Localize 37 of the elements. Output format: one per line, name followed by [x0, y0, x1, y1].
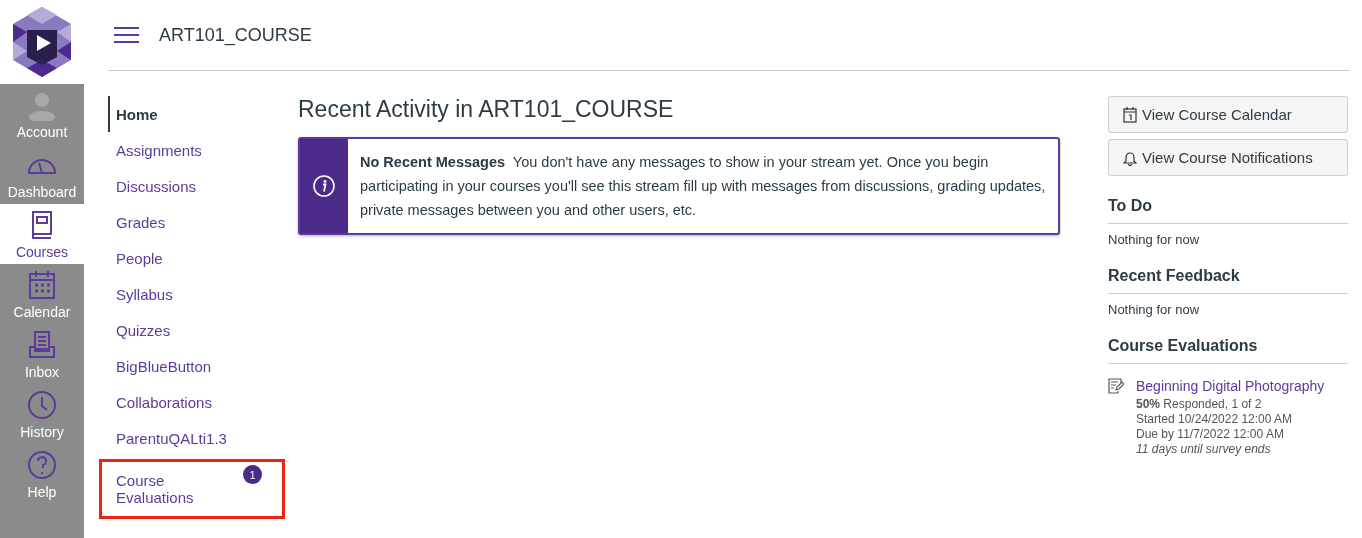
due-date: Due by 11/7/2022 12:00 AM — [1136, 427, 1285, 442]
menu-icon[interactable] — [114, 26, 139, 44]
nav-item[interactable]: Courses — [0, 204, 84, 264]
edit-document-icon — [1108, 378, 1124, 394]
section-heading: Course Evaluations — [1108, 337, 1348, 364]
notifications-button[interactable]: View Course Notifications — [1108, 139, 1348, 176]
response-rate: 50% Responded, 1 of 2 — [1136, 397, 1263, 412]
calendar-button[interactable]: View Course Calendar — [1108, 96, 1348, 133]
course-nav-item[interactable]: BigBlueButton — [108, 348, 282, 384]
section-heading: Recent Feedback — [1108, 267, 1348, 294]
course-nav-item[interactable]: Grades — [108, 204, 282, 240]
course-nav-item[interactable]: Assignments — [108, 132, 282, 168]
course-nav-item[interactable]: Quizzes — [108, 312, 282, 348]
bell-icon — [1123, 149, 1137, 166]
empty-message: Nothing for now — [1108, 302, 1201, 317]
empty-message: Nothing for now — [1108, 232, 1201, 247]
help-icon — [26, 448, 58, 481]
course-nav-item[interactable]: Collaborations — [108, 384, 282, 420]
start-date: Started 10/24/2022 12:00 AM — [1136, 412, 1294, 427]
calendar-icon — [1123, 106, 1137, 123]
alert-message: No Recent Messages You don't have any messages to show in your stream yet. Once you begin participating in your courses you'll see this stream fill up with messages from discussions, grading updates, private messages between you and other users, etc. — [359, 153, 1047, 220]
course-nav-item[interactable]: Course Evaluations 1 — [102, 462, 282, 516]
page-heading: Recent Activity in ART101_COURSE — [298, 96, 675, 123]
course-title[interactable]: ART101_COURSE — [159, 24, 312, 46]
count-badge: 1 — [243, 465, 262, 484]
course-nav-item[interactable]: Home — [108, 96, 282, 132]
inbox-icon — [26, 328, 58, 361]
clock-icon — [26, 388, 58, 421]
course-nav-item[interactable]: Discussions — [108, 168, 282, 204]
evaluation-link[interactable]: Beginning Digital Photography — [1136, 378, 1325, 395]
info-icon — [313, 175, 335, 197]
course-nav-item[interactable]: Syllabus — [108, 276, 282, 312]
course-nav-item[interactable]: People — [108, 240, 282, 276]
calendar-icon — [26, 268, 58, 301]
section-heading: To Do — [1108, 197, 1348, 224]
course-nav-item[interactable]: ParentuQALti1.3 — [108, 420, 282, 456]
days-remaining: 11 days until survey ends — [1136, 442, 1272, 457]
